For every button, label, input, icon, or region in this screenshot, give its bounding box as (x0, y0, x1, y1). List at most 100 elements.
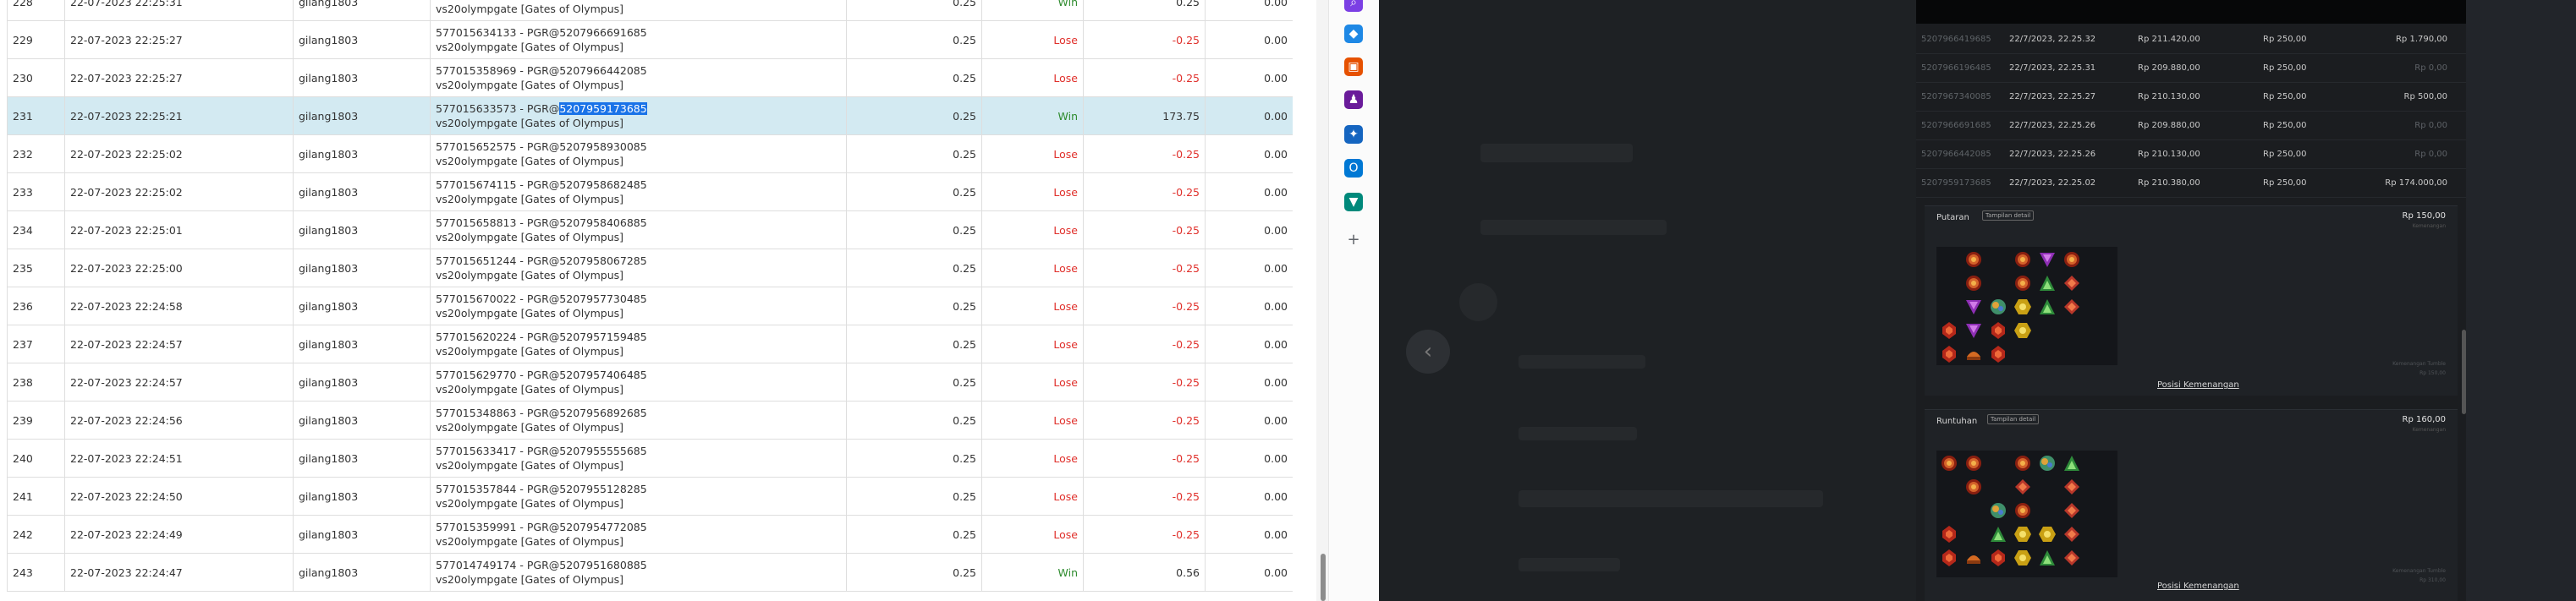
outlook-icon[interactable]: O (1344, 159, 1363, 178)
round-bet: Rp 250,00 (2263, 35, 2307, 44)
row-number: 239 (7, 401, 65, 440)
round-balance: Rp 211.420,00 (2138, 35, 2200, 44)
row-result: 0.25 (1083, 0, 1206, 21)
row-status: Lose (981, 172, 1084, 211)
round-balance: Rp 210.130,00 (2138, 150, 2200, 159)
row-result: -0.25 (1083, 439, 1206, 478)
row-username: gilang1803 (293, 553, 431, 592)
winning-position-link[interactable]: Posisi Kemenangan (2157, 582, 2239, 591)
card-amount: Rp 160,00 (2402, 415, 2446, 424)
history-row[interactable]: 5207959173685 22/7/2023, 22.25.02 Rp 210.3… (1916, 169, 2466, 198)
history-row[interactable]: 5207967340085 22/7/2023, 22.25.27 Rp 210.1… (1916, 83, 2466, 112)
game-symbol-icon (1940, 321, 1958, 340)
game-symbol-icon (2013, 298, 2032, 316)
game-symbol-icon (1964, 454, 1983, 473)
round-balance: Rp 210.130,00 (2138, 92, 2200, 101)
row-datetime: 22-07-2023 22:25:27 (64, 58, 294, 97)
round-time: 22/7/2023, 22.25.31 (2009, 63, 2096, 73)
transaction-id: 577015359991 - PGR@5207954772085 (436, 521, 647, 533)
table-row[interactable]: 237 22-07-2023 22:24:57 gilang1803 57701562… (7, 325, 1293, 363)
detail-view-button[interactable]: Tampilan detail (1982, 210, 2035, 221)
row-status: Lose (981, 363, 1084, 402)
round-time: 22/7/2023, 22.25.32 (2009, 35, 2096, 44)
game-symbol-icon (1964, 274, 1983, 292)
table-row[interactable]: 242 22-07-2023 22:24:49 gilang1803 57701535… (7, 515, 1293, 554)
table-row[interactable]: 234 22-07-2023 22:25:01 gilang1803 57701565… (7, 210, 1293, 249)
row-transaction: 577015651244 - PGR@5207958067285 vs20olym… (430, 249, 847, 287)
table-row[interactable]: 243 22-07-2023 22:24:47 gilang1803 57701474… (7, 553, 1293, 592)
row-bet: 0.25 (846, 172, 982, 211)
table-row[interactable]: 22822-07-2023 22:25:31gilang1803577015xx… (7, 0, 1293, 21)
round-time: 22/7/2023, 22.25.26 (2009, 150, 2096, 159)
transaction-id-prefix: 577015633573 - PGR@ (436, 102, 560, 115)
game-name: vs20olympgate [Gates of Olympus] (436, 269, 624, 281)
table-row[interactable]: 238 22-07-2023 22:24:57 gilang1803 57701562… (7, 363, 1293, 402)
table-row[interactable]: 240 22-07-2023 22:24:51 gilang1803 57701563… (7, 439, 1293, 478)
row-datetime: 22-07-2023 22:25:31 (64, 0, 294, 21)
history-row[interactable]: 5207966196485 22/7/2023, 22.25.31 Rp 209.8… (1916, 54, 2466, 83)
selected-text-highlight[interactable]: 5207959173685 (559, 102, 647, 115)
table-row[interactable]: 229 22-07-2023 22:25:27 gilang1803 57701563… (7, 20, 1293, 59)
row-datetime: 22-07-2023 22:25:02 (64, 172, 294, 211)
row-extra: 0.00 (1205, 477, 1293, 516)
row-transaction: 577015xxxxxx - PGR@5207967xxxxxxvs20olym… (430, 0, 847, 21)
table-row[interactable]: 230 22-07-2023 22:25:27 gilang1803 57701535… (7, 58, 1293, 97)
table-scrollbar-track[interactable] (1316, 0, 1328, 601)
detail-view-button[interactable]: Tampilan detail (1987, 414, 2040, 424)
winning-position-link[interactable]: Posisi Kemenangan (2157, 380, 2239, 390)
history-row[interactable]: 5207966691685 22/7/2023, 22.25.26 Rp 209.8… (1916, 112, 2466, 140)
row-status: Win (981, 553, 1084, 592)
faded-avatar (1459, 283, 1497, 321)
row-number: 236 (7, 287, 65, 325)
game-name: vs20olympgate [Gates of Olympus] (436, 345, 624, 358)
shopping-icon[interactable]: ▼ (1344, 193, 1363, 211)
toolbox-icon[interactable]: ▣ (1344, 57, 1363, 76)
transaction-table: 22822-07-2023 22:25:31gilang1803577015xx… (7, 0, 1293, 592)
table-row[interactable]: 239 22-07-2023 22:24:56 gilang1803 57701534… (7, 401, 1293, 440)
game-name: vs20olympgate [Gates of Olympus] (436, 383, 624, 396)
round-id: 5207966691685 (1921, 121, 1991, 130)
row-transaction: 577015658813 - PGR@5207958406885 vs20olym… (430, 210, 847, 249)
tag-icon[interactable]: ◆ (1344, 25, 1363, 43)
bet-history-panel: 5207966419685 22/7/2023, 22.25.32 Rp 211.4… (1916, 0, 2466, 601)
game-symbol-icon (2013, 525, 2032, 544)
card-title: Runtuhan (1936, 417, 1978, 426)
row-bet: 0.25 (846, 20, 982, 59)
table-row[interactable]: 235 22-07-2023 22:25:00 gilang1803 57701565… (7, 249, 1293, 287)
row-transaction: 577015358969 - PGR@5207966442085 vs20olym… (430, 58, 847, 97)
browser-side-panel: ⌕ ◆ ▣ ♟ ✦ O ▼ + (1328, 0, 1379, 601)
row-username: gilang1803 (293, 134, 431, 173)
extension-icon[interactable]: ✦ (1344, 125, 1363, 144)
history-row[interactable]: 5207966419685 22/7/2023, 22.25.32 Rp 211.4… (1916, 25, 2466, 54)
game-symbol-icon (2013, 250, 2032, 269)
row-status: Lose (981, 134, 1084, 173)
row-transaction: 577015674115 - PGR@5207958682485 vs20olym… (430, 172, 847, 211)
round-win: Rp 0,00 (2414, 63, 2447, 73)
back-arrow-icon[interactable]: ‹ (1406, 330, 1450, 374)
game-name: vs20olympgate [Gates of Olympus] (436, 573, 624, 586)
faded-row (1480, 144, 1633, 162)
table-row[interactable]: 241 22-07-2023 22:24:50 gilang1803 57701535… (7, 477, 1293, 516)
history-row[interactable]: 5207966442085 22/7/2023, 22.25.26 Rp 210.1… (1916, 140, 2466, 169)
table-row[interactable]: 233 22-07-2023 22:25:02 gilang1803 57701567… (7, 172, 1293, 211)
row-username: gilang1803 (293, 0, 431, 21)
row-number: 240 (7, 439, 65, 478)
game-name: vs20olympgate [Gates of Olympus] (436, 193, 624, 205)
tumble-win-label: Kemenangan Tumble (2392, 568, 2446, 574)
search-icon[interactable]: ⌕ (1344, 0, 1363, 12)
row-number: 228 (7, 0, 65, 21)
table-row[interactable]: 236 22-07-2023 22:24:58 gilang1803 57701567… (7, 287, 1293, 325)
chess-icon[interactable]: ♟ (1344, 90, 1363, 109)
row-username: gilang1803 (293, 210, 431, 249)
row-status: Lose (981, 58, 1084, 97)
spin-detail-card: Putaran Tampilan detail Rp 150,00 Kemena… (1925, 205, 2458, 396)
table-row[interactable]: 232 22-07-2023 22:25:02 gilang1803 57701565… (7, 134, 1293, 173)
game-name: vs20olympgate [Gates of Olympus] (436, 307, 624, 320)
table-scrollbar-thumb[interactable] (1321, 554, 1326, 601)
game-symbol-icon (1989, 298, 2008, 316)
transaction-id: 577015634133 - PGR@5207966691685 (436, 26, 647, 39)
round-bet: Rp 250,00 (2263, 150, 2307, 159)
table-row[interactable]: 231 22-07-2023 22:25:21 gilang1803 57701563… (7, 96, 1293, 135)
add-icon[interactable]: + (1344, 230, 1363, 249)
game-name: vs20olympgate [Gates of Olympus] (436, 459, 624, 472)
